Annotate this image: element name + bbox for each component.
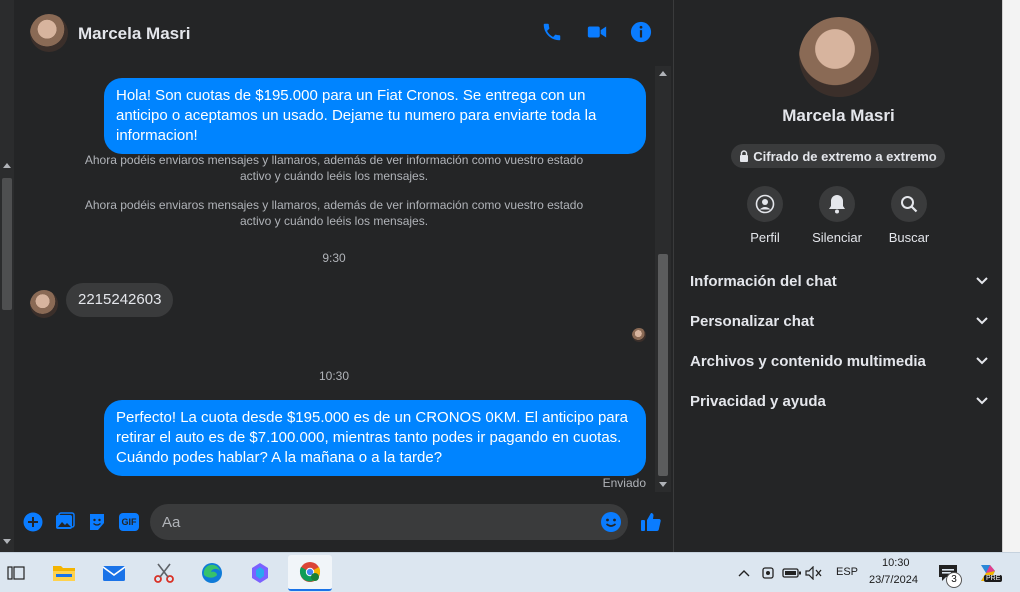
sticker-button[interactable] [86,511,108,533]
volume-button[interactable] [800,559,828,587]
edge-icon [202,563,222,583]
profile-name: Marcela Masri [782,106,895,125]
copilot-icon [252,563,268,583]
mute-action-label: Silenciar [812,230,862,245]
image-icon [56,512,75,529]
mute-action[interactable]: Silenciar [807,186,867,245]
profile-action[interactable]: Perfil [735,186,795,245]
file-explorer-button[interactable] [50,559,78,587]
section-media-files[interactable]: Archivos y contenido multimedia [690,349,988,373]
scroll-up-arrow-icon[interactable] [3,163,11,168]
user-circle-icon [755,194,775,214]
folder-icon [53,566,75,581]
chrome-button[interactable] [288,555,332,591]
scroll-down-arrow-icon[interactable] [659,482,667,487]
more-actions-button[interactable] [22,511,44,533]
mail-button[interactable] [100,559,128,587]
battery-icon [782,568,801,578]
encryption-label: Cifrado de extremo a extremo [753,148,937,164]
task-view-button[interactable] [2,559,30,587]
timestamp-separator: 10:30 [318,369,350,383]
chevron-up-icon [738,570,750,577]
contact-avatar[interactable] [30,14,68,52]
section-label: Archivos y contenido multimedia [690,352,926,370]
chevron-down-icon [976,357,988,365]
search-icon [901,196,918,213]
system-notice: Ahora podéis enviaros mensajes y llamaro… [84,198,584,228]
incoming-message[interactable]: 2215242603 [66,283,174,317]
message-status: Enviado [602,476,646,490]
edge-browser-button[interactable] [198,559,226,587]
phone-call-button[interactable] [540,20,564,44]
contact-name[interactable]: Marcela Masri [78,24,190,44]
scrollbar-thumb[interactable] [2,178,12,310]
scrollbar-thumb[interactable] [658,254,668,476]
timestamp-separator: 9:30 [322,251,346,265]
chevron-down-icon [976,397,988,405]
page-scrollbar[interactable] [0,0,14,552]
lock-icon [740,150,749,162]
conversation-info-panel: Marcela Masri Cifrado de extremo a extre… [675,0,1002,552]
profile-action-label: Perfil [750,230,780,245]
notification-count-badge: 3 [946,572,962,588]
emoji-button[interactable] [600,511,622,533]
bell-icon [829,195,845,214]
read-receipt-avatar [632,328,646,342]
messages-scrollbar[interactable] [655,66,671,492]
gif-icon: GIF [119,513,139,531]
thumbs-up-icon [641,513,661,531]
video-call-button[interactable] [585,20,609,44]
language-indicator[interactable]: ESP [836,566,858,578]
chevron-down-icon [976,277,988,285]
clock-date[interactable]: 23/7/2024 [869,574,918,586]
message-composer: GIF [14,500,674,544]
preview-badge: PRE [984,575,1003,582]
profile-avatar[interactable] [799,17,879,97]
windows-taskbar: ESP 10:30 23/7/2024 3 PRE [0,552,1020,592]
chat-panel: Marcela Masri Hola! Son cuotas de $195.0… [14,0,674,552]
volume-muted-icon [805,566,822,580]
messenger-window: Marcela Masri Hola! Son cuotas de $195.0… [0,0,1020,552]
section-customize-chat[interactable]: Personalizar chat [690,309,988,333]
section-label: Información del chat [690,272,837,290]
sticker-icon [90,514,104,530]
section-privacy-help[interactable]: Privacidad y ayuda [690,389,988,413]
encryption-badge[interactable]: Cifrado de extremo a extremo [731,144,945,168]
message-list[interactable]: Hola! Son cuotas de $195.000 para un Fia… [14,66,654,496]
task-view-icon [7,566,25,580]
search-action-label: Buscar [888,230,930,245]
gif-button[interactable]: GIF [118,511,140,533]
sender-avatar[interactable] [30,290,58,318]
chevron-down-icon [976,317,988,325]
phone-icon [543,23,561,41]
section-label: Privacidad y ayuda [690,392,826,410]
outgoing-message[interactable]: Hola! Son cuotas de $195.000 para un Fia… [104,78,646,154]
scroll-down-arrow-icon[interactable] [3,539,11,544]
smiley-icon [601,512,621,532]
copilot-button[interactable] [246,559,274,587]
copilot-preview-button[interactable] [974,559,1002,587]
info-icon [630,21,652,43]
video-icon [587,26,607,38]
plus-circle-icon [23,512,43,532]
chat-info-button[interactable] [629,20,653,44]
mail-icon [102,566,126,581]
usb-device-icon [762,567,774,579]
scissors-icon [154,563,174,583]
like-button[interactable] [640,511,662,533]
system-notice: Ahora podéis enviaros mensajes y llamaro… [84,153,584,183]
search-action[interactable]: Buscar [879,186,939,245]
snipping-tool-button[interactable] [150,559,178,587]
section-label: Personalizar chat [690,312,815,330]
chat-header: Marcela Masri [14,0,674,66]
scroll-up-arrow-icon[interactable] [659,71,667,76]
outgoing-message[interactable]: Perfecto! La cuota desde $195.000 es de … [104,400,646,476]
attach-image-button[interactable] [54,511,76,533]
clock-time[interactable]: 10:30 [882,557,910,569]
message-input[interactable] [150,504,628,540]
section-chat-info[interactable]: Información del chat [690,269,988,293]
chrome-icon [299,562,321,582]
window-edge-scrollbar[interactable] [1002,0,1020,552]
